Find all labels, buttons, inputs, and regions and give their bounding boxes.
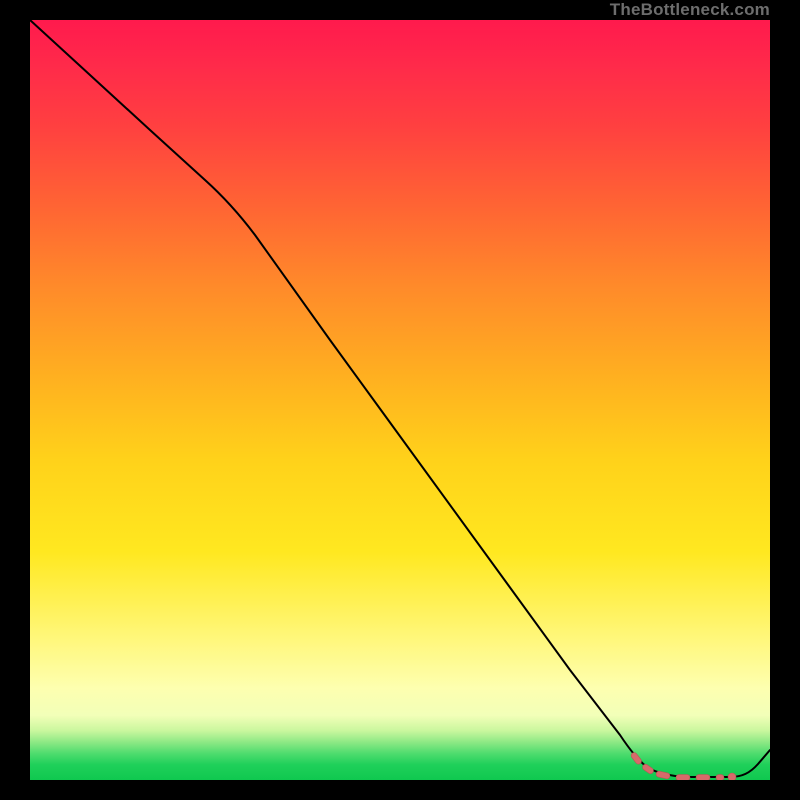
plot-area [30, 20, 770, 780]
chart-stage: TheBottleneck.com [0, 0, 800, 800]
series-curve [30, 20, 770, 777]
end-dot [728, 773, 736, 780]
dashed-highlight [630, 751, 724, 780]
chart-svg [30, 20, 770, 780]
watermark-text: TheBottleneck.com [610, 0, 770, 20]
